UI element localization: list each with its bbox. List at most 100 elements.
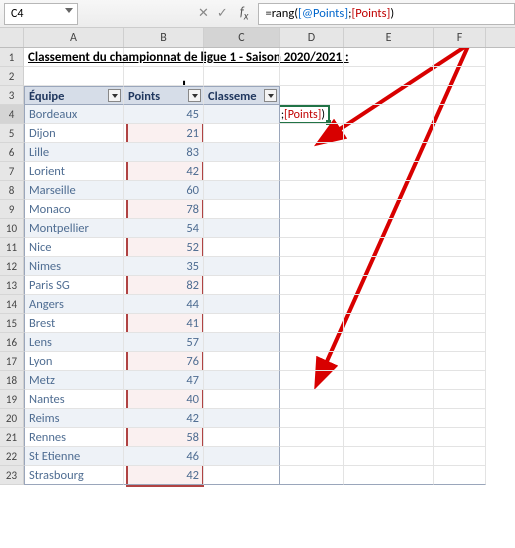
- cell[interactable]: [344, 67, 434, 86]
- cell[interactable]: Reims: [24, 409, 124, 428]
- cell[interactable]: [280, 219, 344, 238]
- cell[interactable]: [434, 219, 486, 238]
- cell[interactable]: [280, 409, 344, 428]
- cell[interactable]: [280, 86, 344, 105]
- cell[interactable]: [280, 466, 344, 485]
- cell[interactable]: [434, 314, 486, 333]
- cell[interactable]: 35: [124, 257, 204, 276]
- cell[interactable]: Rennes: [24, 428, 124, 447]
- col-header-d[interactable]: D: [280, 28, 344, 47]
- cell[interactable]: 54: [124, 219, 204, 238]
- cell[interactable]: [344, 466, 434, 485]
- cell[interactable]: 46: [124, 447, 204, 466]
- cell[interactable]: Lille: [24, 143, 124, 162]
- cell[interactable]: [280, 181, 344, 200]
- cell[interactable]: 41: [124, 314, 204, 333]
- cell[interactable]: [344, 200, 434, 219]
- cell[interactable]: [280, 124, 344, 143]
- cell[interactable]: [280, 143, 344, 162]
- cell[interactable]: [204, 295, 280, 314]
- cell[interactable]: [204, 428, 280, 447]
- cell[interactable]: [280, 314, 344, 333]
- cell[interactable]: [204, 466, 280, 485]
- cell[interactable]: [344, 390, 434, 409]
- cell[interactable]: 42: [124, 162, 204, 181]
- cell[interactable]: Angers: [24, 295, 124, 314]
- cell[interactable]: [434, 276, 486, 295]
- row-header[interactable]: 4: [0, 105, 24, 124]
- cell[interactable]: [280, 276, 344, 295]
- cancel-icon[interactable]: ✕: [198, 6, 209, 21]
- cell[interactable]: [344, 276, 434, 295]
- cell[interactable]: [204, 181, 280, 200]
- filter-icon[interactable]: [188, 89, 201, 102]
- cell[interactable]: Monaco: [24, 200, 124, 219]
- cell[interactable]: Lens: [24, 333, 124, 352]
- cell[interactable]: [434, 124, 486, 143]
- cell[interactable]: 82: [124, 276, 204, 295]
- cell[interactable]: [204, 162, 280, 181]
- row-header[interactable]: 3: [0, 86, 24, 105]
- cell[interactable]: [280, 162, 344, 181]
- cell[interactable]: Dijon: [24, 124, 124, 143]
- cell[interactable]: Nantes: [24, 390, 124, 409]
- cell[interactable]: 78: [124, 200, 204, 219]
- cell[interactable]: [344, 352, 434, 371]
- row-header[interactable]: 15: [0, 314, 24, 333]
- cell[interactable]: [434, 295, 486, 314]
- row-header[interactable]: 8: [0, 181, 24, 200]
- row-header[interactable]: 22: [0, 447, 24, 466]
- cell[interactable]: 42: [124, 409, 204, 428]
- cell[interactable]: [344, 105, 434, 124]
- row-header[interactable]: 11: [0, 238, 24, 257]
- cell[interactable]: Paris SG: [24, 276, 124, 295]
- cell[interactable]: [280, 238, 344, 257]
- col-header-b[interactable]: B: [124, 28, 204, 47]
- cell[interactable]: Nice: [24, 238, 124, 257]
- col-header-e[interactable]: E: [344, 28, 434, 47]
- cell[interactable]: [204, 276, 280, 295]
- row-header[interactable]: 5: [0, 124, 24, 143]
- cell[interactable]: [204, 105, 280, 124]
- cell[interactable]: [124, 48, 204, 67]
- cell[interactable]: [434, 48, 486, 67]
- cell[interactable]: [204, 124, 280, 143]
- cell[interactable]: Brest: [24, 314, 124, 333]
- cell[interactable]: [204, 447, 280, 466]
- cell[interactable]: [434, 466, 486, 485]
- cell[interactable]: [280, 371, 344, 390]
- cell[interactable]: [344, 238, 434, 257]
- cell[interactable]: [280, 295, 344, 314]
- row-header[interactable]: 12: [0, 257, 24, 276]
- cell[interactable]: [344, 48, 434, 67]
- cell[interactable]: St Etienne: [24, 447, 124, 466]
- name-box[interactable]: C4: [4, 3, 78, 25]
- cell[interactable]: [434, 238, 486, 257]
- cell[interactable]: [280, 428, 344, 447]
- select-all-corner[interactable]: [0, 28, 24, 47]
- cell[interactable]: [280, 352, 344, 371]
- col-header-c[interactable]: C: [204, 28, 280, 47]
- fx-icon[interactable]: fx: [236, 5, 253, 23]
- cell[interactable]: [344, 162, 434, 181]
- cell[interactable]: [24, 67, 124, 86]
- cell[interactable]: 45: [124, 105, 204, 124]
- cell[interactable]: Classeme: [204, 86, 280, 105]
- cell[interactable]: [434, 105, 486, 124]
- cell[interactable]: Lorient: [24, 162, 124, 181]
- cell[interactable]: [124, 67, 204, 86]
- cell[interactable]: [204, 333, 280, 352]
- row-header[interactable]: 23: [0, 466, 24, 485]
- cell[interactable]: Classement du championnat de ligue 1 - S…: [24, 48, 124, 67]
- cell[interactable]: Marseille: [24, 181, 124, 200]
- cell[interactable]: [344, 447, 434, 466]
- cell[interactable]: [204, 390, 280, 409]
- cell[interactable]: [344, 86, 434, 105]
- row-header[interactable]: 6: [0, 143, 24, 162]
- cell[interactable]: [434, 162, 486, 181]
- cell[interactable]: [344, 333, 434, 352]
- cell[interactable]: Montpellier: [24, 219, 124, 238]
- cell[interactable]: 76: [124, 352, 204, 371]
- cell[interactable]: [434, 257, 486, 276]
- cell[interactable]: [280, 390, 344, 409]
